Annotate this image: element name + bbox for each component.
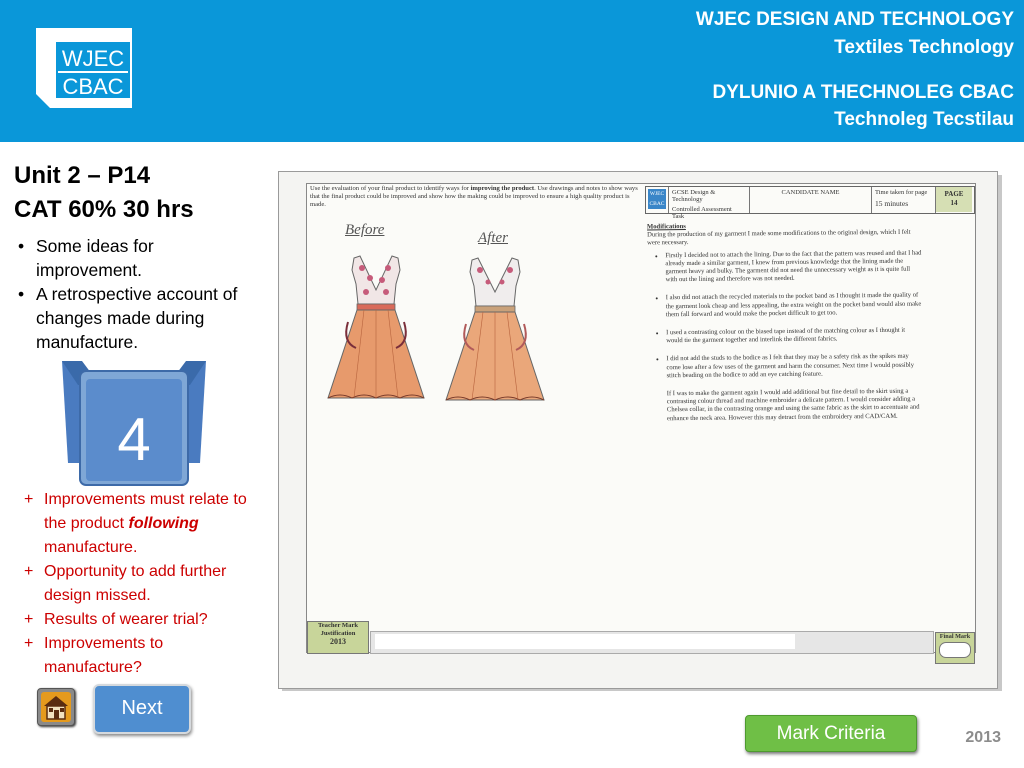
header-title-en: WJEC DESIGN AND TECHNOLOGY [695, 9, 1014, 30]
home-icon [41, 692, 71, 722]
header-subtitle-cy: Technoleg Tecstilau [834, 109, 1014, 130]
final-mark-cell: Final Mark [935, 632, 975, 664]
logo-text-bottom: CBAC [62, 74, 123, 99]
wjec-cbac-logo: WJEC CBAC [36, 28, 132, 108]
task-label: Controlled Assessment Task [672, 206, 732, 220]
teacher-comment-field [375, 634, 795, 649]
modifications-text: Modifications During the production of m… [647, 221, 924, 424]
time-taken-value: 15 [875, 199, 883, 208]
header-subtitle-en: Textiles Technology [834, 37, 1014, 58]
before-label: Before [345, 222, 385, 238]
bullet-item: • A retrospective account of changes made… [18, 284, 238, 352]
home-button[interactable] [37, 688, 75, 726]
page-number: 14 [950, 199, 958, 207]
logo-text-top: WJEC [62, 46, 124, 71]
list-item: + Results of wearer trial? [24, 611, 208, 628]
list-item: I used a contrasting colour on the biase… [666, 327, 923, 346]
bullet-list: • Some ideas for improvement. • A retrospe… [14, 234, 259, 354]
task-instructions: Use the evaluation of your final product… [310, 185, 638, 208]
dress-sketch-before [327, 255, 425, 399]
time-taken-label: Time taken for page [875, 189, 928, 196]
footer-year: 2013 [965, 729, 1001, 746]
next-button[interactable]: Next [93, 684, 191, 734]
list-item: Firstly I decided not to attach the lini… [665, 249, 922, 285]
list-item: I also did not attach the recycled mater… [666, 292, 923, 319]
after-label: After [478, 230, 508, 246]
worksheet-header: WJEC CBAC GCSE Design & Technology Contro… [645, 186, 975, 220]
teacher-mark-cell: Teacher Mark Justification 2013 [307, 621, 369, 654]
page-number-cell: PAGE 14 [936, 187, 972, 212]
section-number: 4 [117, 406, 150, 473]
mark-criteria-button[interactable]: Mark Criteria [745, 715, 917, 752]
improvement-list: + Improvements must relate to the product… [24, 488, 264, 680]
dress-sketch-after [445, 257, 545, 401]
unit-subtitle: CAT 60% 30 hrs [14, 196, 194, 223]
candidate-name-label: CANDIDATE NAME [781, 189, 840, 196]
list-item: + Improvements to manufacture? [24, 635, 164, 676]
course-label: GCSE Design & Technology [672, 189, 716, 203]
header-title-cy: DYLUNIO A THECHNOLEG CBAC [712, 82, 1014, 103]
final-mark-circle [939, 642, 971, 658]
list-item: I did not add the studs to the bodice as… [666, 353, 923, 380]
list-item: + Improvements must relate to the product… [24, 491, 247, 556]
unit-title: Unit 2 – P14 [14, 162, 151, 189]
section-number-badge: 4 [62, 361, 206, 486]
list-item: + Opportunity to add further design misse… [24, 563, 227, 604]
modifications-closing: If I was to make the garment again I wou… [666, 387, 920, 422]
bullet-item: • Some ideas for improvement. [18, 236, 154, 280]
header-banner: WJEC CBAC WJEC DESIGN AND TECHNOLOGY Tex… [0, 0, 1024, 142]
worksheet-logo: WJEC CBAC [646, 187, 669, 213]
modifications-intro: During the production of my garment I ma… [647, 228, 911, 247]
